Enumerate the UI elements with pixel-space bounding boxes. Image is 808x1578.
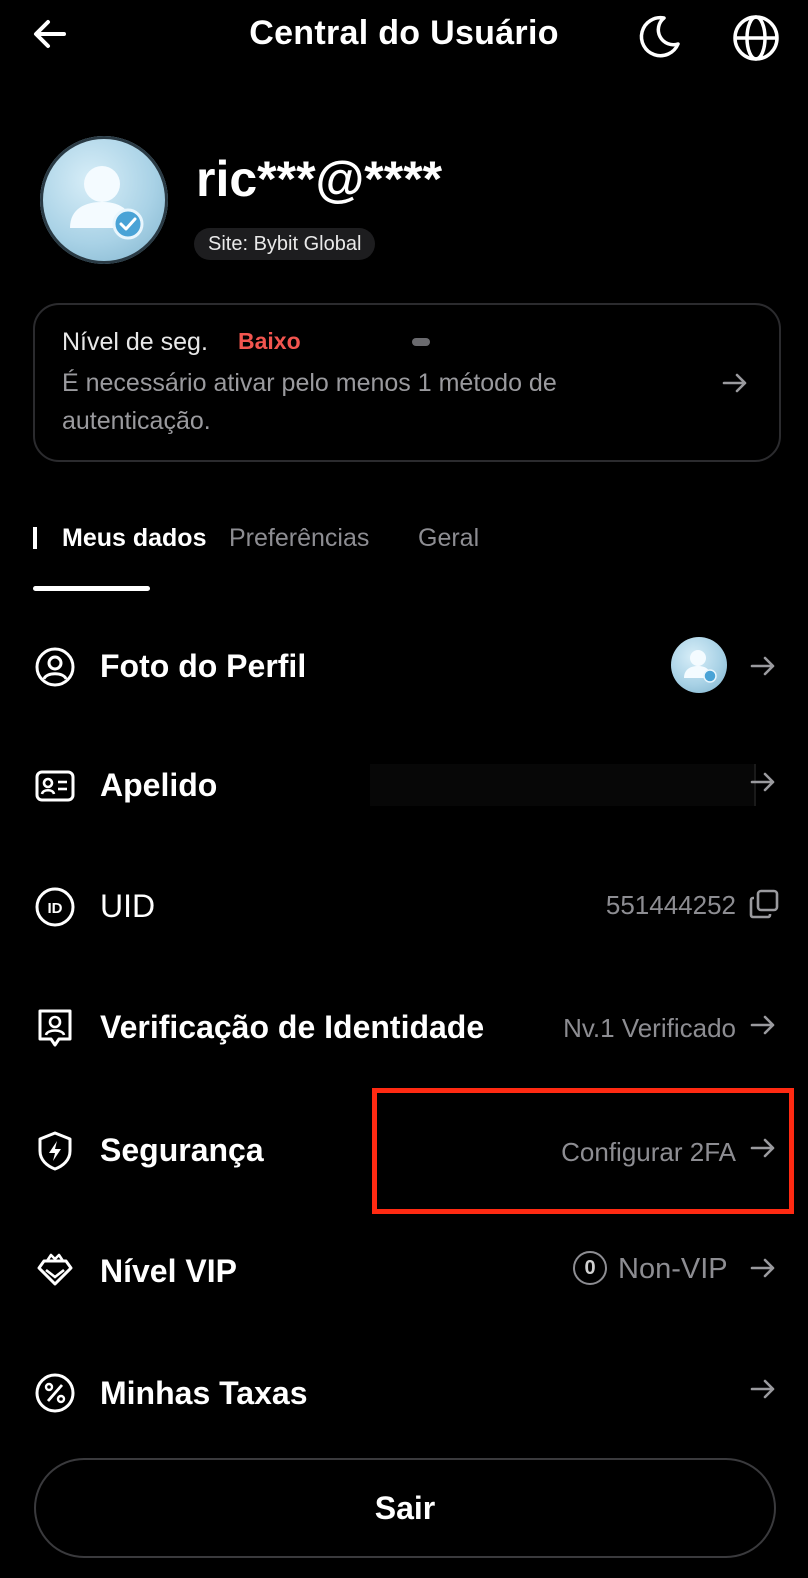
active-tab-indicator bbox=[33, 586, 150, 591]
percent-icon bbox=[34, 1372, 76, 1414]
page-title: Central do Usuário bbox=[249, 14, 559, 52]
security-level-description: É necessário ativar pelo menos 1 método … bbox=[62, 369, 557, 435]
tab-scroll-edge bbox=[33, 527, 37, 549]
security-card-arrow bbox=[720, 368, 750, 398]
tab-meus-dados[interactable]: Meus dados bbox=[62, 524, 206, 553]
security-level-label: Nível de seg. bbox=[62, 328, 208, 356]
identity-status-value: Nv.1 Verificado bbox=[563, 1013, 736, 1043]
row-label: Nível VIP bbox=[100, 1253, 237, 1289]
vip-diamond-icon bbox=[34, 1250, 76, 1292]
row-label: UID bbox=[100, 888, 156, 924]
nickname-value bbox=[370, 764, 756, 806]
row-label: Segurança bbox=[100, 1132, 264, 1168]
theme-toggle-button[interactable] bbox=[634, 12, 684, 62]
uid-value: 551444252 bbox=[605, 890, 736, 920]
user-circle-icon bbox=[34, 646, 76, 688]
user-avatar-icon bbox=[70, 166, 144, 240]
id-card-icon bbox=[34, 765, 76, 807]
arrow-right-icon bbox=[748, 767, 778, 797]
arrow-right-icon bbox=[748, 1253, 778, 1283]
security-level-indicator bbox=[412, 338, 430, 346]
arrow-right-icon bbox=[748, 651, 778, 681]
row-label: Verificação de Identidade bbox=[100, 1009, 485, 1045]
globe-icon bbox=[733, 15, 779, 61]
user-avatar-icon bbox=[684, 650, 717, 683]
copy-icon bbox=[749, 889, 779, 919]
tab-preferencias[interactable]: Preferências bbox=[229, 524, 369, 553]
site-badge: Site: Bybit Global bbox=[194, 228, 376, 260]
vip-level-value: Non-VIP bbox=[618, 1253, 728, 1285]
highlight-box bbox=[372, 1088, 794, 1214]
shield-bolt-icon bbox=[34, 1130, 76, 1172]
moon-icon bbox=[639, 15, 680, 58]
row-label: Foto do Perfil bbox=[100, 648, 307, 684]
username: ric***@**** bbox=[196, 151, 443, 207]
arrow-right-icon bbox=[748, 1374, 778, 1404]
row-label: Apelido bbox=[100, 767, 218, 803]
vip-level-badge: 0 bbox=[573, 1251, 607, 1285]
arrow-right-icon bbox=[722, 373, 747, 393]
logout-button[interactable]: Sair bbox=[34, 1458, 776, 1558]
language-button[interactable] bbox=[730, 12, 782, 64]
avatar[interactable] bbox=[40, 136, 168, 264]
copy-uid-button[interactable] bbox=[748, 888, 780, 920]
arrow-right-icon bbox=[748, 1010, 778, 1040]
security-level-value: Baixo bbox=[238, 328, 301, 354]
identity-icon bbox=[34, 1007, 76, 1049]
id-badge-icon: ID bbox=[34, 886, 76, 928]
profile-photo-thumbnail bbox=[671, 637, 727, 693]
svg-text:ID: ID bbox=[48, 900, 63, 917]
tab-geral[interactable]: Geral bbox=[418, 524, 479, 553]
row-label: Minhas Taxas bbox=[100, 1375, 308, 1411]
